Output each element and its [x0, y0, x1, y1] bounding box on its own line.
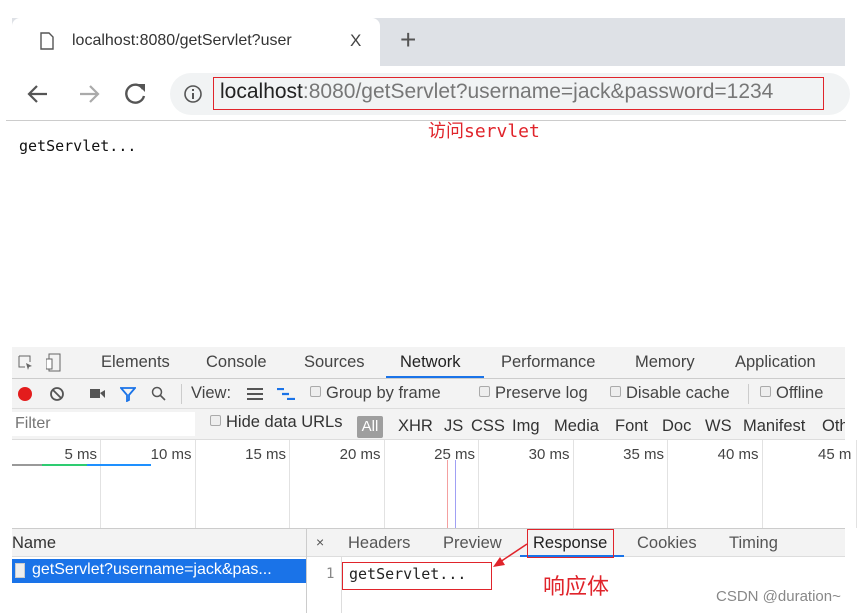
timeline-tick-label: 15 ms — [245, 446, 286, 463]
type-filter-other[interactable]: Oth — [822, 417, 845, 436]
timeline-gridline — [383, 440, 385, 528]
timeline-bar-waiting — [42, 464, 87, 466]
type-filter-ws[interactable]: WS — [705, 417, 732, 436]
tab-network[interactable]: Network — [400, 353, 461, 372]
preserve-log-checkbox[interactable]: Preserve log — [479, 384, 588, 403]
type-filter-manifest[interactable]: Manifest — [743, 417, 805, 436]
new-tab-button[interactable]: + — [400, 24, 416, 56]
annotation-arrow-icon — [493, 543, 528, 567]
timeline-tick-label: 25 ms — [434, 446, 475, 463]
tab-memory[interactable]: Memory — [635, 353, 695, 372]
timeline-bar-download — [87, 464, 151, 466]
panel-splitter[interactable] — [306, 528, 307, 613]
group-by-frame-checkbox[interactable]: Group by frame — [310, 384, 441, 403]
timeline-gridline — [289, 440, 290, 528]
record-icon[interactable] — [18, 387, 32, 401]
tab-sources[interactable]: Sources — [304, 353, 365, 372]
tab-console[interactable]: Console — [206, 353, 267, 372]
response-content-highlight-box — [342, 562, 492, 590]
offline-checkbox[interactable]: Offline — [760, 384, 823, 403]
timeline-tick-label: 10 ms — [150, 446, 192, 463]
type-filter-xhr[interactable]: XHR — [398, 417, 433, 436]
info-icon[interactable] — [183, 84, 203, 104]
type-filter-img[interactable]: Img — [512, 417, 540, 436]
tab-elements[interactable]: Elements — [101, 353, 170, 372]
search-icon[interactable] — [151, 386, 167, 402]
watermark: CSDN @duration~ — [716, 588, 841, 605]
page-body-text: getServlet... — [19, 137, 137, 155]
waterfall-view-icon[interactable] — [277, 388, 295, 400]
timeline-bar-queue — [12, 464, 42, 466]
disable-cache-checkbox[interactable]: Disable cache — [610, 384, 730, 403]
timeline-tick-label: 5 ms — [64, 446, 97, 463]
url-annotation: 访问servlet — [428, 121, 540, 142]
document-icon — [15, 563, 25, 578]
line-number: 1 — [326, 566, 335, 582]
dom-content-loaded-line — [455, 460, 456, 528]
divider — [6, 120, 846, 121]
toolbar-divider — [181, 384, 182, 404]
name-column-header[interactable]: Name — [12, 534, 56, 553]
page-icon — [40, 32, 54, 50]
hide-data-urls-checkbox[interactable]: Hide data URLs — [210, 413, 342, 432]
type-filter-media[interactable]: Media — [554, 417, 599, 436]
timeline-gridline — [667, 440, 668, 528]
type-filter-doc[interactable]: Doc — [662, 417, 691, 436]
timeline-tick-label: 45 m — [818, 446, 852, 463]
filter-input[interactable] — [12, 412, 195, 436]
type-filter-all[interactable]: All — [357, 416, 383, 438]
capture-screenshots-icon[interactable] — [90, 388, 106, 400]
timeline-gridline — [572, 440, 574, 528]
load-event-line — [447, 460, 448, 528]
tab-performance[interactable]: Performance — [501, 353, 595, 372]
tab-application[interactable]: Application — [735, 353, 816, 372]
toolbar-divider — [748, 384, 749, 404]
timeline-tick-label: 30 ms — [528, 446, 570, 463]
requests-header — [12, 528, 845, 557]
request-name[interactable]: getServlet?username=jack&pas... — [32, 561, 272, 579]
url-highlight-box — [213, 77, 824, 110]
reload-icon[interactable] — [123, 81, 149, 107]
close-detail-icon[interactable]: × — [316, 534, 324, 550]
view-label: View: — [191, 384, 232, 402]
type-filter-js[interactable]: JS — [444, 417, 463, 436]
timeline-gridline — [478, 440, 479, 528]
response-annotation: 响应体 — [543, 574, 610, 599]
list-view-icon[interactable] — [247, 388, 263, 400]
tab-timing[interactable]: Timing — [729, 534, 778, 553]
device-icon[interactable] — [46, 353, 62, 373]
response-highlight-box — [527, 529, 614, 558]
tab-close-icon[interactable]: X — [350, 31, 361, 51]
timeline-gridline — [761, 440, 763, 528]
active-tab-indicator — [386, 376, 484, 378]
forward-icon[interactable] — [77, 82, 101, 106]
filter-icon[interactable] — [120, 386, 136, 402]
back-icon[interactable] — [26, 82, 50, 106]
type-filter-css[interactable]: CSS — [471, 417, 505, 436]
timeline-tick-label: 35 ms — [623, 446, 664, 463]
timeline-gridline — [100, 440, 101, 528]
timeline-tick-label: 40 ms — [717, 446, 759, 463]
tab-headers[interactable]: Headers — [348, 534, 410, 553]
timeline-tick-label: 20 ms — [339, 446, 381, 463]
clear-icon[interactable] — [49, 386, 65, 402]
tab-title: localhost:8080/getServlet?user — [72, 32, 292, 49]
type-filter-font[interactable]: Font — [615, 417, 648, 436]
timeline-gridline — [194, 440, 196, 528]
inspect-icon[interactable] — [18, 355, 34, 371]
tab-cookies[interactable]: Cookies — [637, 534, 697, 553]
